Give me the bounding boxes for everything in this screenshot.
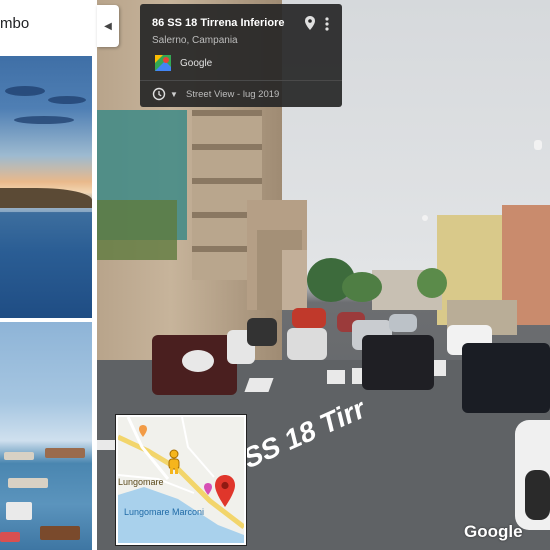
pegman-icon[interactable] bbox=[164, 449, 184, 475]
map-area[interactable]: Lungomare Lungomare Marconi bbox=[118, 417, 244, 543]
card-divider bbox=[140, 80, 342, 81]
mini-map[interactable]: Lungomare Lungomare Marconi bbox=[116, 415, 246, 545]
location-subtitle: Salerno, Campania bbox=[152, 35, 238, 46]
more-vert-icon[interactable] bbox=[324, 16, 330, 32]
dropdown-caret-icon[interactable]: ▼ bbox=[170, 90, 178, 99]
place-photo-2[interactable] bbox=[0, 322, 92, 550]
side-panel: mbo bbox=[0, 0, 97, 550]
map-label-lungomare: Lungomare bbox=[118, 477, 164, 487]
map-pin-icon[interactable] bbox=[304, 16, 316, 30]
google-maps-icon[interactable] bbox=[155, 55, 171, 71]
history-clock-icon[interactable] bbox=[152, 87, 166, 101]
search-box[interactable]: mbo bbox=[0, 0, 97, 54]
imagery-date[interactable]: Street View - lug 2019 bbox=[186, 89, 279, 100]
collapse-chevron-icon: ◀ bbox=[104, 20, 112, 32]
map-label-lungomare-marconi: Lungomare Marconi bbox=[124, 507, 205, 517]
provider-label[interactable]: Google bbox=[180, 58, 212, 69]
google-watermark: Google bbox=[464, 522, 523, 541]
poi-icon[interactable] bbox=[203, 483, 213, 495]
place-photo-1[interactable] bbox=[0, 56, 92, 318]
location-title[interactable]: 86 SS 18 Tirrena Inferiore bbox=[152, 17, 284, 29]
location-info-card: 86 SS 18 Tirrena Inferiore Salerno, Camp… bbox=[140, 4, 342, 107]
collapse-panel-button[interactable]: ◀ bbox=[97, 5, 119, 47]
search-query-text[interactable]: mbo bbox=[0, 15, 29, 32]
location-marker-icon[interactable] bbox=[214, 475, 236, 507]
poi-icon[interactable] bbox=[138, 425, 148, 437]
